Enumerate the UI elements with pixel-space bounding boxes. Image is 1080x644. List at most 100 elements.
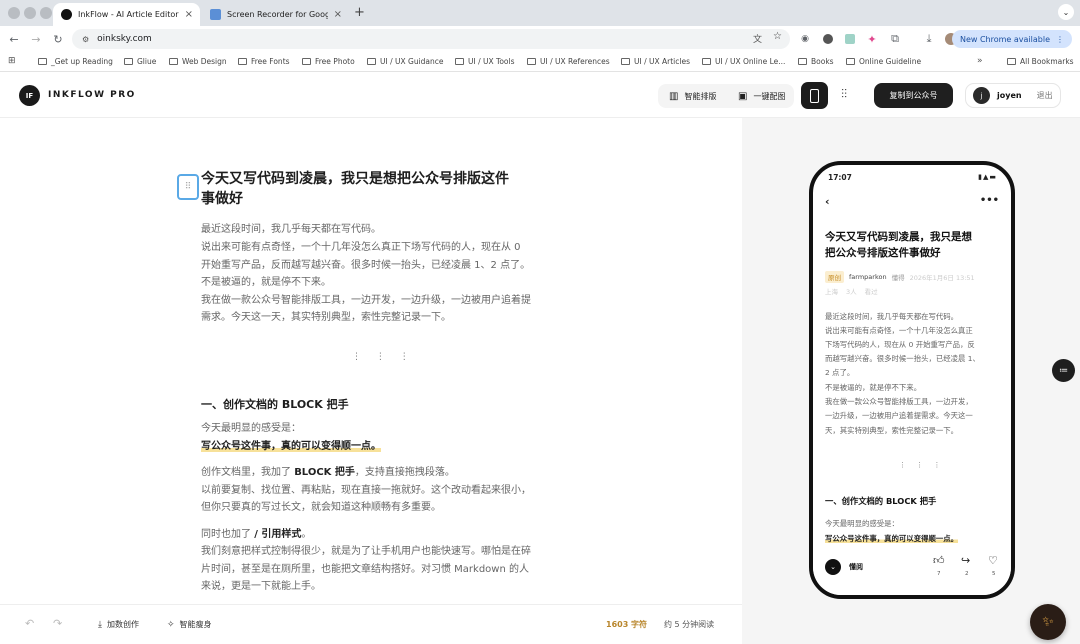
paragraph[interactable]: 需求。今天这一天，其实特别典型，索性完整记录一下。: [201, 309, 451, 327]
apps-grid-icon[interactable]: ⊞: [8, 56, 16, 66]
copy-to-wechat-button[interactable]: 复制到公众号: [874, 83, 953, 108]
paragraph[interactable]: 今天最明显的感受是：: [201, 420, 301, 438]
bookmark-item[interactable]: UI / UX References: [527, 57, 610, 66]
logout-button[interactable]: 退出: [1037, 90, 1053, 101]
bookmark-item[interactable]: Free Fonts: [238, 57, 290, 66]
smart-layout-button[interactable]: ▥ 智能排版: [669, 85, 716, 107]
new-chrome-available-button[interactable]: New Chrome available ⋮: [951, 30, 1072, 48]
paragraph[interactable]: 最近这段时间，我几乎每天都在写代码。: [201, 221, 381, 239]
camera-extension-icon[interactable]: ◉: [797, 31, 813, 47]
address-bar[interactable]: ⚙ oinksky.com 文 ☆: [72, 29, 790, 49]
outline-toggle-icon[interactable]: ≔: [1052, 359, 1075, 382]
paragraph[interactable]: 来说，更是一下就能上手。: [201, 578, 321, 596]
extensions-puzzle-icon[interactable]: ⧉: [887, 31, 903, 47]
download-icon[interactable]: ⤓: [921, 31, 937, 47]
tab-screen-recorder[interactable]: Screen Recorder for Google C ×: [202, 3, 350, 26]
bookmark-item[interactable]: Web Design: [169, 57, 227, 66]
tab-title: Screen Recorder for Google C: [227, 10, 328, 19]
original-tag: 原创: [825, 271, 844, 283]
preview-paragraph: 我在做一款公众号智能排版工具，一边开发，: [825, 397, 973, 406]
folder-icon: [455, 58, 464, 65]
preview-paragraph: 今天最明显的感受是：: [825, 519, 899, 528]
paragraph[interactable]: 我们刻意把样式控制得很少，就是为了让手机用户也能快速写。哪怕是在碎: [201, 543, 531, 561]
forward-arrow-icon[interactable]: →: [28, 31, 44, 47]
all-bookmarks-item[interactable]: All Bookmarks: [1007, 57, 1074, 66]
status-icons: ▮▲▬: [978, 173, 997, 181]
reload-icon[interactable]: ↻: [50, 31, 66, 47]
paragraph[interactable]: 以前要复制、找位置、再粘贴，现在直接一拖就好。这个改动看起来很小，: [201, 482, 531, 500]
close-tab-icon[interactable]: ×: [334, 9, 342, 20]
like-icon[interactable]: 👍︎: [933, 554, 945, 567]
maximize-window-button[interactable]: [40, 7, 52, 19]
sparkle-icon: ✨︎: [1042, 614, 1054, 630]
bookmark-item[interactable]: Books: [798, 57, 834, 66]
bookmarks-bar: ⊞ _Get up Reading Gliue Web Design Free …: [0, 52, 1080, 72]
tab-inkflow[interactable]: InkFlow - AI Article Editor ×: [53, 3, 200, 26]
paragraph[interactable]: 不是被逼的，就是停不下来。: [201, 274, 331, 292]
bookmark-item[interactable]: UI / UX Articles: [621, 57, 690, 66]
mobile-preview-toggle[interactable]: [801, 82, 828, 109]
article-title-line[interactable]: 今天又写代码到凌晨，我只是想把公众号排版这件: [201, 169, 509, 189]
folder-icon: [527, 58, 536, 65]
bookmark-star-icon[interactable]: ☆: [773, 31, 782, 42]
back-chevron-icon[interactable]: ‹: [825, 195, 830, 208]
highlight-text: 写公众号这件事，真的可以变得顺一点。: [201, 441, 381, 452]
author: farmparkon: [849, 273, 887, 281]
close-window-button[interactable]: [8, 7, 20, 19]
block-drag-handle-icon[interactable]: ⠿: [177, 174, 199, 200]
ai-assistant-button[interactable]: ✨︎: [1030, 604, 1066, 640]
redo-icon[interactable]: ↷: [53, 617, 62, 630]
close-tab-icon[interactable]: ×: [185, 9, 193, 20]
bookmark-item[interactable]: Online Guideline: [846, 57, 921, 66]
more-bookmarks-chevron-icon[interactable]: »: [977, 56, 983, 66]
more-dots-icon[interactable]: •••: [980, 195, 999, 206]
user-menu[interactable]: j joyen 退出: [965, 83, 1061, 108]
preview-paragraph: 2 点了。: [825, 368, 855, 377]
section-heading[interactable]: 一、创作文档的 BLOCK 把手: [201, 396, 349, 412]
add-creation-button[interactable]: ⤓ 加数创作: [98, 619, 139, 630]
bookmark-item[interactable]: UI / UX Tools: [455, 57, 514, 66]
heart-icon[interactable]: ♡: [988, 554, 998, 567]
editor-canvas[interactable]: ⠿ 今天又写代码到凌晨，我只是想把公众号排版这件 事做好 最近这段时间，我几乎每…: [0, 118, 742, 604]
extension-dark-icon[interactable]: [820, 31, 836, 47]
folder-icon: [846, 58, 855, 65]
bookmark-item[interactable]: UI / UX Online Le...: [702, 57, 785, 66]
highlight-paragraph[interactable]: 写公众号这件事，真的可以变得顺一点。: [201, 438, 381, 456]
preview-paragraph: 说出来可能有点奇怪，一个十几年没怎么真正: [825, 326, 973, 335]
paragraph[interactable]: 但你只要真的写过长文，就会知道这种顺畅有多重要。: [201, 499, 441, 517]
bookmark-item[interactable]: Gliue: [124, 57, 156, 66]
article-title-line[interactable]: 事做好: [201, 189, 243, 209]
smart-slim-button[interactable]: ✧ 智能瘦身: [167, 619, 212, 630]
screen-recorder-favicon-icon: [210, 9, 221, 20]
extension-pink-icon[interactable]: ✦: [864, 31, 880, 47]
site-settings-icon[interactable]: ⚙: [82, 35, 89, 44]
tab-search-chevron-icon[interactable]: ⌄: [1058, 4, 1074, 20]
paragraph[interactable]: 同时也加了 / 引用样式。: [201, 526, 311, 544]
preview-bottom-name: 懂阅: [849, 563, 863, 571]
paragraph[interactable]: 开始重写产品，反而越写越兴奋。很多时候一抬头，已经凌晨 1、2 点了。: [201, 257, 530, 275]
preview-meta: 原创 farmparkon 懂得 2026年1月6日 13:51: [825, 271, 975, 283]
new-chrome-label: New Chrome available: [959, 34, 1050, 44]
preview-paragraph: 天，其实特别典型，索性完整记录一下。: [825, 426, 959, 435]
phone-preview[interactable]: 17:07 ▮▲▬ ‹ ••• 今天又写代码到凌晨，我只是想 把公众号排版这件事…: [809, 161, 1015, 599]
paragraph[interactable]: 创作文档里，我加了 BLOCK 把手，支持直接拖拽段落。: [201, 464, 455, 482]
status-time: 17:07: [828, 173, 852, 182]
section-divider: ⋮ ⋮ ⋮: [352, 352, 415, 362]
bookmark-item[interactable]: _Get up Reading: [38, 57, 113, 66]
one-click-image-button[interactable]: ▣ 一键配图: [738, 85, 785, 107]
minimize-window-button[interactable]: [24, 7, 36, 19]
paragraph[interactable]: 片时间，甚至是在厕所里，也能把文章结构搭好。对习惯 Markdown 的人: [201, 561, 529, 579]
paragraph[interactable]: 我在做一款公众号智能排版工具，一边开发，一边升级，一边被用户追着提: [201, 292, 531, 310]
folder-icon: [367, 58, 376, 65]
bookmark-item[interactable]: UI / UX Guidance: [367, 57, 444, 66]
share-icon[interactable]: ↪: [961, 554, 970, 567]
new-tab-icon[interactable]: +: [354, 5, 365, 20]
undo-icon[interactable]: ↶: [25, 617, 34, 630]
back-arrow-icon[interactable]: ←: [6, 31, 22, 47]
paragraph[interactable]: 说出来可能有点奇怪，一个十几年没怎么真正下场写代码的人，现在从 0: [201, 239, 521, 257]
extension-green-icon[interactable]: [842, 31, 858, 47]
translate-icon[interactable]: 文: [753, 32, 762, 45]
settings-sliders-icon[interactable]: ⫶⫶: [841, 87, 847, 102]
like-count: 7: [937, 571, 941, 577]
bookmark-item[interactable]: Free Photo: [302, 57, 355, 66]
